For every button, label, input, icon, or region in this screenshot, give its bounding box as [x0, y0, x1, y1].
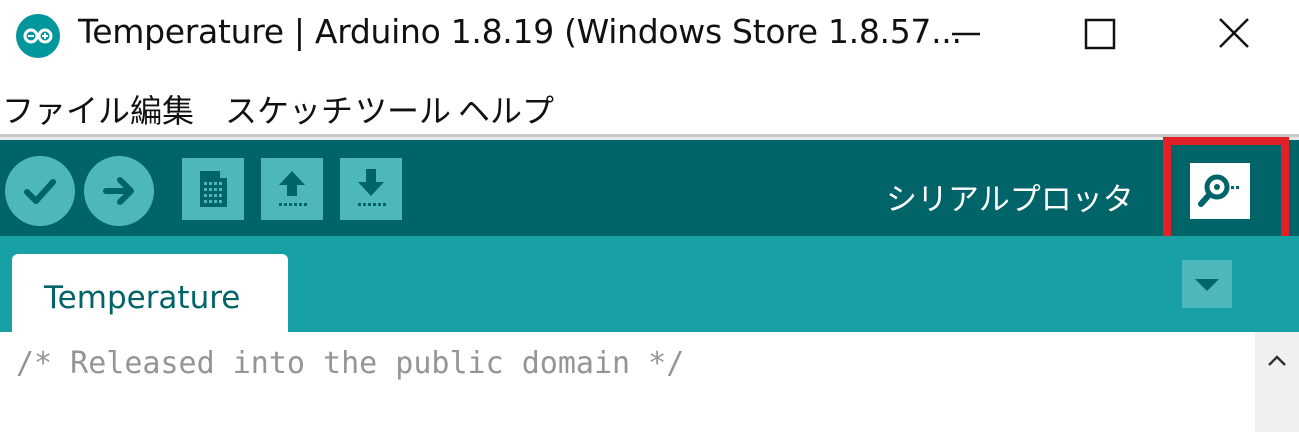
menu-sketch[interactable]: スケッチ	[225, 86, 353, 132]
toolbar: シリアルプロッタ	[0, 140, 1299, 236]
close-icon	[1219, 18, 1249, 48]
title-bar: Temperature | Arduino 1.8.19 (Windows St…	[0, 0, 1299, 70]
new-sketch-icon	[200, 171, 227, 207]
close-button[interactable]	[1180, 0, 1290, 68]
window-title: Temperature | Arduino 1.8.19 (Windows St…	[78, 12, 962, 51]
tab-bar: Temperature	[0, 236, 1299, 332]
serial-monitor-button[interactable]	[1190, 163, 1250, 219]
tab-menu-button[interactable]	[1182, 260, 1232, 308]
open-sketch-button[interactable]	[261, 158, 323, 220]
new-sketch-button[interactable]	[182, 158, 244, 220]
code-line: /* Released into the public domain */	[16, 346, 685, 381]
tab-menu-down-icon	[1195, 279, 1219, 291]
arduino-logo-icon	[16, 14, 60, 58]
upload-button[interactable]	[84, 156, 154, 226]
tab-label: Temperature	[44, 280, 241, 316]
menu-edit[interactable]: 編集	[130, 86, 194, 132]
code-editor[interactable]: /* Released into the public domain */	[0, 332, 1255, 432]
minimize-button[interactable]	[910, 0, 1020, 68]
menu-help[interactable]: ヘルプ	[458, 86, 554, 132]
chevron-up-icon	[1268, 355, 1286, 366]
tab-temperature[interactable]: Temperature	[12, 254, 288, 332]
minimize-icon	[952, 32, 980, 36]
verify-button[interactable]	[5, 156, 75, 226]
maximize-button[interactable]	[1045, 0, 1155, 68]
vertical-scrollbar[interactable]	[1255, 332, 1299, 432]
menu-bar: ファイル 編集 スケッチ ツール ヘルプ	[0, 74, 1299, 134]
save-sketch-button[interactable]	[340, 158, 402, 220]
open-sketch-icon	[279, 171, 307, 206]
toolbar-hover-label: シリアルプロッタ	[886, 182, 1134, 218]
maximize-icon	[1084, 18, 1116, 50]
upload-arrow-icon	[103, 177, 134, 205]
arduino-ide-window: Temperature | Arduino 1.8.19 (Windows St…	[0, 0, 1299, 432]
menu-file[interactable]: ファイル	[2, 86, 130, 132]
menu-tools[interactable]: ツール	[355, 86, 451, 132]
save-sketch-icon	[358, 169, 386, 206]
verify-check-icon	[24, 179, 56, 204]
scroll-up-button[interactable]	[1255, 340, 1299, 380]
serial-monitor-icon	[1198, 174, 1239, 207]
